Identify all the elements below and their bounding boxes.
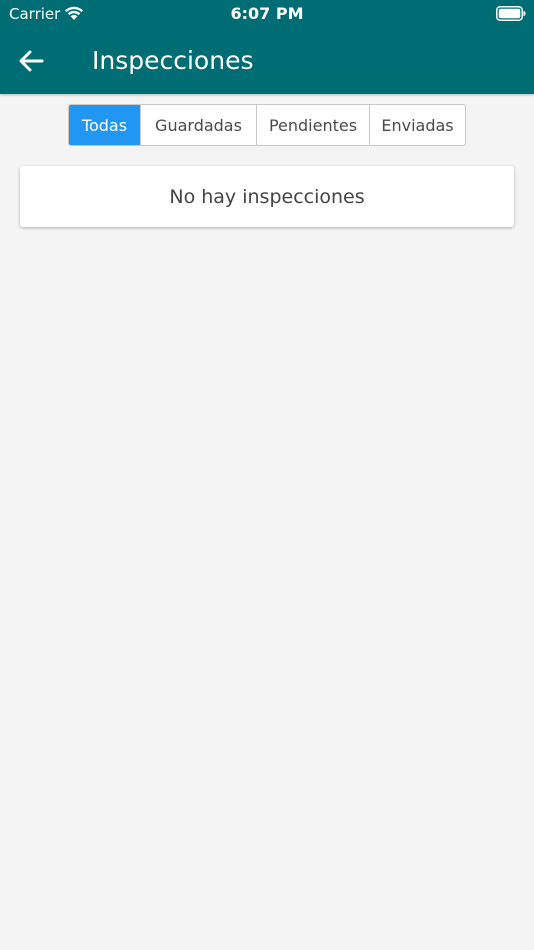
empty-state-message: No hay inspecciones [169,185,365,208]
empty-state-card: No hay inspecciones [20,166,514,227]
tab-enviadas[interactable]: Enviadas [370,105,465,145]
page-title: Inspecciones [92,46,254,75]
tab-guardadas[interactable]: Guardadas [141,105,257,145]
app-header: Carrier 6:07 PM Inspecciones [0,0,534,94]
arrow-left-icon [19,50,44,72]
status-time: 6:07 PM [230,4,304,23]
tab-pendientes[interactable]: Pendientes [257,105,370,145]
filter-tabs: Todas Guardadas Pendientes Enviadas [68,104,466,146]
status-bar: Carrier 6:07 PM [0,0,534,28]
app-screen: Carrier 6:07 PM Inspecciones Todas Guard… [0,0,534,950]
tab-todas[interactable]: Todas [69,105,141,145]
back-button[interactable] [14,44,48,78]
battery-icon [496,6,526,21]
